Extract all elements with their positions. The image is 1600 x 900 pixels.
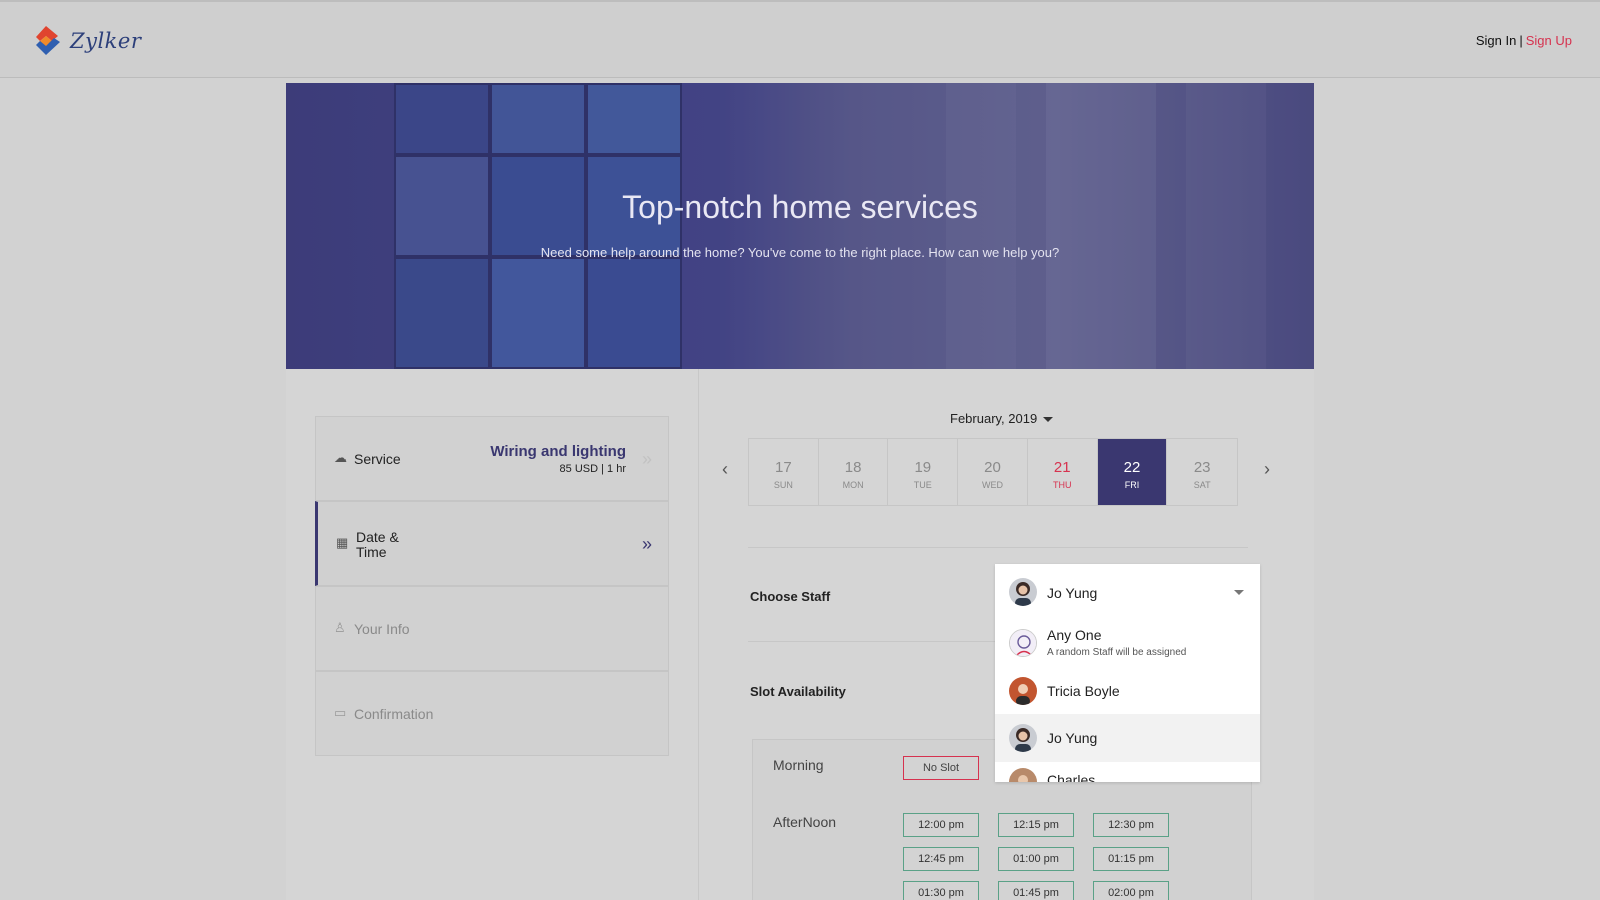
selected-service-name: Wiring and lighting	[490, 443, 626, 460]
choose-staff-label: Choose Staff	[750, 589, 831, 604]
step-service-label: Service	[354, 451, 401, 467]
staff-option-name: Any One	[1047, 627, 1102, 643]
hero-subtitle: Need some help around the home? You've c…	[540, 245, 1060, 260]
column-divider	[698, 369, 699, 900]
day-number: 18	[844, 459, 862, 476]
time-slot[interactable]: 01:00 pm	[998, 847, 1074, 871]
caret-down-icon	[1234, 590, 1244, 595]
time-slot[interactable]: 01:30 pm	[903, 881, 979, 900]
day-cell-selected[interactable]: 22 FRI	[1097, 439, 1168, 505]
day-number: 19	[914, 459, 932, 476]
staff-option-name: Charles	[1047, 772, 1096, 782]
zylker-logo-icon	[36, 26, 60, 55]
month-selector[interactable]: February, 2019	[950, 411, 1054, 426]
morning-label: Morning	[773, 757, 824, 773]
day-cell[interactable]: 20 WED	[958, 439, 1028, 505]
hero-title: Top-notch home services	[622, 189, 978, 225]
day-number: 22	[1123, 459, 1141, 476]
card-icon: ▭	[334, 705, 347, 720]
staff-option-note: A random Staff will be assigned	[1047, 647, 1187, 658]
step-date-time[interactable]: ▦ Date & Time »	[315, 501, 669, 586]
chevron-right-icon: »	[641, 534, 652, 554]
staff-avatar	[1009, 768, 1037, 782]
day-cell[interactable]: 18 MON	[819, 439, 889, 505]
day-of-week: SUN	[773, 480, 793, 490]
day-of-week: WED	[982, 480, 1004, 490]
anyone-avatar-icon	[1009, 629, 1037, 657]
chevron-right-icon: »	[641, 449, 652, 469]
step-confirmation[interactable]: ▭ Confirmation	[315, 671, 669, 756]
time-slot[interactable]: 12:15 pm	[998, 813, 1074, 837]
step-date-time-label: Date & Time	[356, 530, 399, 560]
staff-option-name: Jo Yung	[1047, 730, 1098, 746]
day-number: 20	[984, 459, 1001, 476]
staff-avatar	[1009, 677, 1037, 705]
day-of-week: MON	[842, 480, 864, 490]
staff-option[interactable]: Any One A random Staff will be assigned	[995, 620, 1260, 668]
month-label: February, 2019	[950, 411, 1038, 426]
staff-avatar	[1009, 724, 1037, 752]
step-your-info-label: Your Info	[354, 621, 410, 637]
day-cell[interactable]: 17 SUN	[749, 439, 819, 505]
next-week-arrow[interactable]: ›	[1264, 459, 1270, 480]
time-slot[interactable]: 12:00 pm	[903, 813, 979, 837]
prev-week-arrow[interactable]: ‹	[722, 459, 728, 480]
staff-option-highlighted[interactable]: Jo Yung	[995, 714, 1260, 762]
day-cell[interactable]: 23 SAT	[1167, 439, 1237, 505]
logo[interactable]: Zylker	[32, 24, 141, 58]
staff-option[interactable]: Charles	[995, 762, 1260, 782]
user-icon: ♙	[334, 620, 346, 635]
caret-down-icon	[1043, 417, 1054, 423]
day-number: 17	[775, 459, 792, 476]
day-cell-today[interactable]: 21 THU	[1028, 439, 1098, 505]
staff-avatar	[1009, 578, 1037, 606]
separator	[748, 547, 1248, 548]
no-slot-badge: No Slot	[903, 756, 979, 780]
selected-service-meta: 85 USD | 1 hr	[559, 463, 626, 475]
time-slot[interactable]: 12:45 pm	[903, 847, 979, 871]
staff-option-name: Tricia Boyle	[1047, 683, 1120, 699]
week-day-strip: 17 SUN 18 MON 19 TUE 20 WED 21 THU 22 FRI 23 SA…	[748, 438, 1238, 506]
cloud-icon: ☁	[334, 450, 347, 465]
booking-steps: ☁ Service Wiring and lighting 85 USD | 1…	[315, 416, 669, 756]
step-date-time-label-line2: Time	[356, 544, 387, 560]
sign-in-link[interactable]: Sign In	[1476, 33, 1516, 48]
staff-option[interactable]: Tricia Boyle	[995, 668, 1260, 714]
calendar-icon: ▦	[336, 535, 349, 550]
staff-dropdown[interactable]: Jo Yung Any One A random Staff will be a…	[995, 564, 1260, 782]
time-slot[interactable]: 02:00 pm	[1093, 881, 1169, 900]
auth-separator: |	[1519, 33, 1523, 48]
auth-links: Sign In | Sign Up	[1476, 33, 1572, 48]
step-confirmation-label: Confirmation	[354, 706, 434, 722]
day-of-week: THU	[1052, 480, 1072, 490]
slot-availability-label: Slot Availability	[750, 684, 846, 699]
time-slot[interactable]: 12:30 pm	[1093, 813, 1169, 837]
step-service[interactable]: ☁ Service Wiring and lighting 85 USD | 1…	[315, 416, 669, 501]
step-date-time-label-line1: Date &	[356, 529, 399, 545]
brand-name: Zylker	[70, 29, 142, 53]
hero-banner: Top-notch home services Need some help a…	[286, 83, 1314, 369]
day-of-week: TUE	[913, 480, 932, 490]
day-number: 23	[1193, 459, 1211, 476]
sign-up-link[interactable]: Sign Up	[1526, 33, 1572, 48]
selected-staff-name: Jo Yung	[1047, 585, 1098, 601]
afternoon-label: AfterNoon	[773, 814, 837, 830]
day-number: 21	[1053, 459, 1071, 476]
time-slot[interactable]: 01:45 pm	[998, 881, 1074, 900]
day-cell[interactable]: 19 TUE	[888, 439, 959, 505]
day-of-week: SAT	[1193, 480, 1211, 490]
staff-select[interactable]: Jo Yung	[995, 564, 1260, 620]
step-your-info[interactable]: ♙ Your Info	[315, 586, 669, 671]
day-of-week: FRI	[1124, 480, 1140, 490]
time-slot[interactable]: 01:15 pm	[1093, 847, 1169, 871]
top-bar: Zylker Sign In | Sign Up	[0, 0, 1600, 78]
